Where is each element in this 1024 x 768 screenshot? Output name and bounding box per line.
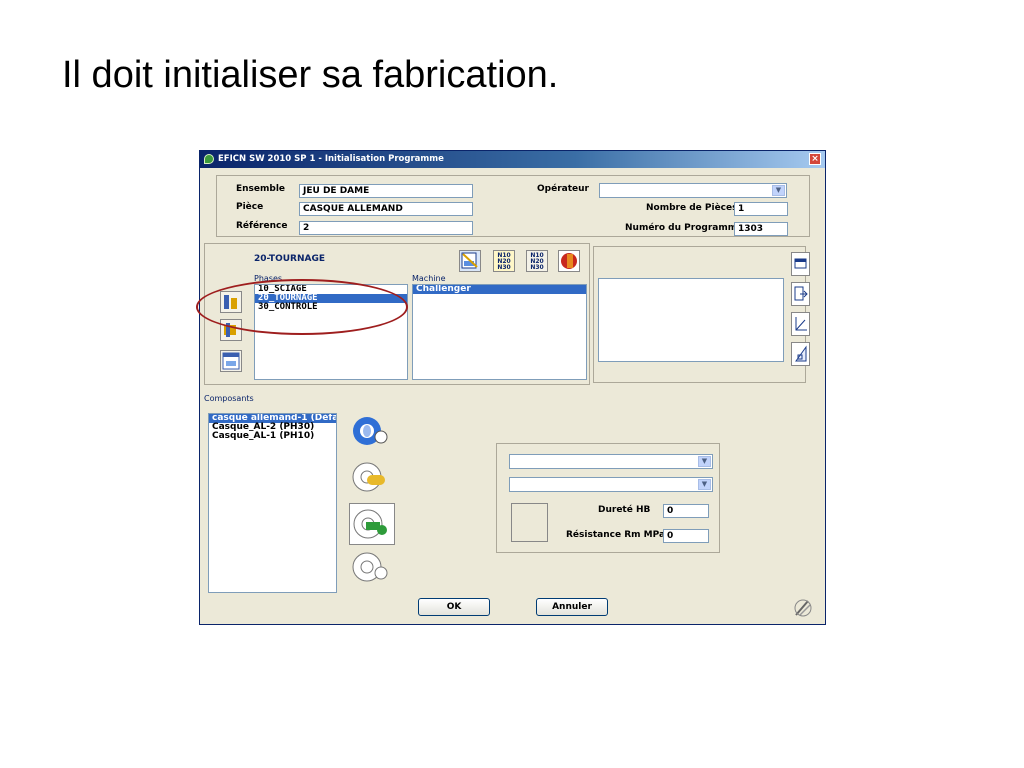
chevron-down-icon[interactable]: ▼ xyxy=(772,185,785,196)
calculator-icon[interactable] xyxy=(791,252,810,276)
turning-thread-icon[interactable] xyxy=(349,549,391,585)
operateur-label: Opérateur xyxy=(537,184,589,194)
material-select-2[interactable]: ▼ xyxy=(509,477,713,492)
nc-code-list-icon[interactable]: N10 N20 N30 xyxy=(526,250,548,272)
piece-field[interactable]: CASQUE ALLEMAND xyxy=(299,202,473,216)
slide-title: Il doit initialiser sa fabrication. xyxy=(62,54,559,96)
nc-code-icon[interactable]: N10 N20 N30 xyxy=(493,250,515,272)
initialisation-window: EFICN SW 2010 SP 1 - Initialisation Prog… xyxy=(199,150,826,625)
ok-button[interactable]: OK xyxy=(418,598,490,616)
resize-grip-icon[interactable] xyxy=(792,597,814,619)
phase-highlight-ellipse xyxy=(196,279,408,335)
nb-pieces-field[interactable]: 1 xyxy=(734,202,788,216)
profile-icon[interactable] xyxy=(791,342,810,366)
turning-external-icon[interactable] xyxy=(349,413,391,449)
close-icon[interactable]: × xyxy=(809,153,821,165)
window-view-icon[interactable] xyxy=(220,350,242,372)
preview-box xyxy=(598,278,784,362)
axis-icon[interactable] xyxy=(791,312,810,336)
ncs-icon[interactable] xyxy=(558,250,580,272)
window-titlebar[interactable]: EFICN SW 2010 SP 1 - Initialisation Prog… xyxy=(200,151,825,168)
components-list[interactable]: casque allemand-1 (Défaut Casque_AL-2 (P… xyxy=(208,413,337,593)
material-color-swatch xyxy=(511,503,548,542)
annuler-button[interactable]: Annuler xyxy=(536,598,608,616)
resistance-field[interactable]: 0 xyxy=(663,529,709,543)
turning-internal-icon[interactable] xyxy=(349,459,391,495)
num-programme-field[interactable]: 1303 xyxy=(734,222,788,236)
ensemble-label: Ensemble xyxy=(236,184,286,194)
durete-field[interactable]: 0 xyxy=(663,504,709,518)
list-item[interactable]: Casque_AL-1 (PH10) xyxy=(209,432,336,441)
chevron-down-icon[interactable]: ▼ xyxy=(698,456,711,467)
chevron-down-icon[interactable]: ▼ xyxy=(698,479,711,490)
resistance-label: Résistance Rm MPa xyxy=(566,530,666,540)
export-icon[interactable] xyxy=(791,282,810,306)
app-icon xyxy=(204,154,214,164)
list-item[interactable]: Challenger xyxy=(413,285,586,294)
components-label: Composants xyxy=(204,394,254,403)
program-sheet-icon[interactable] xyxy=(459,250,481,272)
window-title: EFICN SW 2010 SP 1 - Initialisation Prog… xyxy=(218,154,444,164)
reference-label: Référence xyxy=(236,221,288,231)
piece-label: Pièce xyxy=(236,202,264,212)
turning-drill-icon[interactable] xyxy=(349,503,395,545)
nb-pieces-label: Nombre de Pièces xyxy=(646,203,738,213)
machine-list[interactable]: Challenger xyxy=(412,284,587,380)
operateur-select[interactable]: ▼ xyxy=(599,183,787,198)
ensemble-field[interactable]: JEU DE DAME xyxy=(299,184,473,198)
durete-label: Dureté HB xyxy=(598,505,651,515)
current-phase-label: 20-TOURNAGE xyxy=(254,254,325,264)
machine-label: Machine xyxy=(412,274,446,283)
num-programme-label: Numéro du Programme xyxy=(625,223,744,233)
reference-field[interactable]: 2 xyxy=(299,221,473,235)
material-select-1[interactable]: ▼ xyxy=(509,454,713,469)
